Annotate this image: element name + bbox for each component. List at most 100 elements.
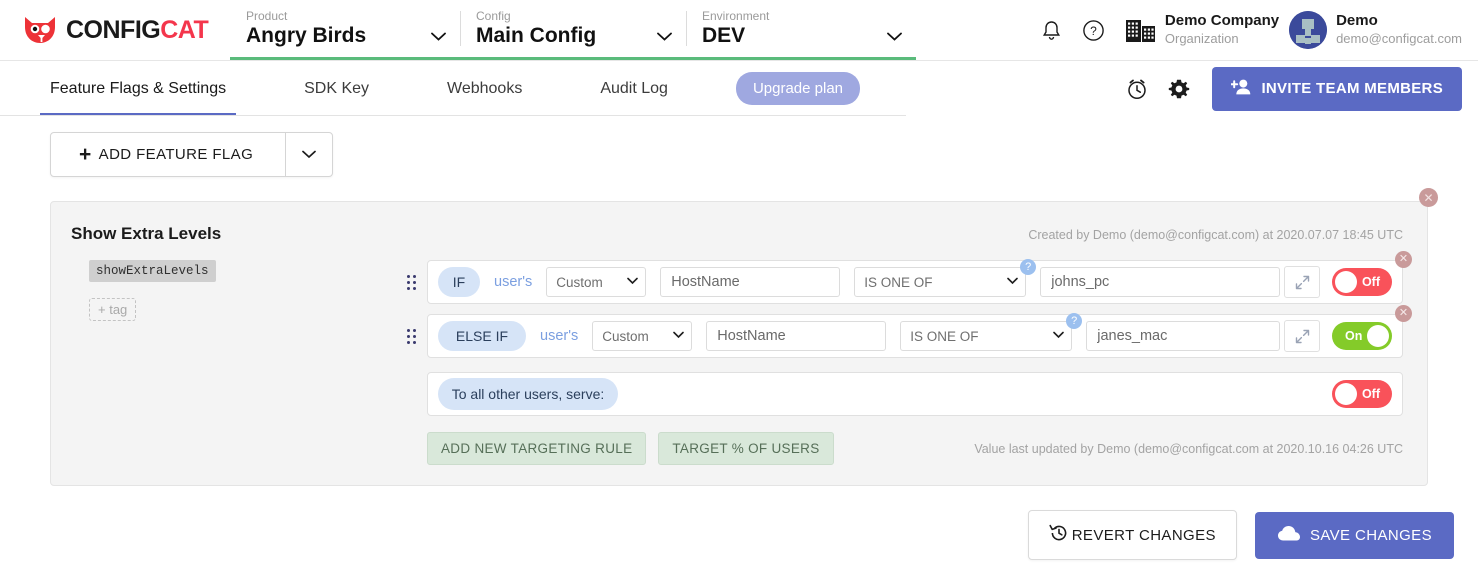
question-circle-icon[interactable]: ? [1073, 9, 1115, 51]
app-logo[interactable]: CONFIGCAT [0, 14, 230, 46]
drag-handle-icon[interactable] [401, 329, 421, 344]
feature-flag-card: ✕ Show Extra Levels Created by Demo (dem… [50, 201, 1428, 486]
fallback-row: To all other users, serve: Off [401, 372, 1403, 416]
header-right-actions: ? Demo C [1031, 9, 1478, 51]
toggle-knob [1367, 325, 1389, 347]
condition-label-else-if: ELSE IF [438, 321, 526, 351]
invite-team-members-label: INVITE TEAM MEMBERS [1261, 80, 1443, 97]
chevron-down-icon [431, 32, 446, 41]
condition-label-if: IF [438, 267, 480, 297]
delete-rule-1-icon[interactable]: ✕ [1395, 251, 1412, 268]
environment-selector-label: Environment [702, 9, 902, 23]
comparator-select-wrap: IS ONE OF ? [900, 321, 1072, 351]
cloud-icon [1277, 525, 1301, 546]
add-feature-flag-button[interactable]: + ADD FEATURE FLAG [51, 133, 285, 176]
config-selector-value: Main Config [476, 24, 596, 48]
comparison-value-input[interactable] [1086, 321, 1280, 351]
help-badge-icon[interactable]: ? [1020, 259, 1036, 275]
tab-audit-log[interactable]: Audit Log [590, 61, 678, 116]
invite-team-members-button[interactable]: INVITE TEAM MEMBERS [1212, 67, 1462, 111]
svg-text:?: ? [1091, 24, 1098, 38]
config-selector[interactable]: Config Main Config [460, 0, 686, 57]
organization-subtitle: Organization [1165, 31, 1239, 46]
rule-value-toggle-1[interactable]: Off [1332, 268, 1392, 296]
rule-actions: ADD NEW TARGETING RULE TARGET % OF USERS… [401, 432, 1403, 465]
nav-tabs: Feature Flags & Settings SDK Key Webhook… [0, 61, 900, 116]
revert-changes-button[interactable]: REVERT CHANGES [1028, 510, 1237, 560]
context-selectors: Product Angry Birds Config Main Config E… [230, 0, 916, 60]
logo-text-dark: CONFIG [66, 16, 160, 44]
comparator-select[interactable]: IS ONE OF [854, 267, 1026, 297]
comparator-select-wrap: IS ONE OF ? [854, 267, 1026, 297]
targeting-rule-1: IF user's Custom [427, 260, 1403, 304]
attribute-name-input[interactable] [660, 267, 840, 297]
environment-selector[interactable]: Environment DEV [686, 0, 916, 57]
target-percent-of-users-button[interactable]: TARGET % OF USERS [658, 432, 833, 465]
drag-handle-icon[interactable] [401, 275, 421, 290]
save-changes-label: SAVE CHANGES [1310, 527, 1432, 544]
upgrade-plan-button[interactable]: Upgrade plan [736, 72, 860, 105]
user-text: Demo demo@configcat.com [1336, 12, 1462, 49]
comparison-value-input[interactable] [1040, 267, 1280, 297]
rule-value-toggle-2[interactable]: On [1332, 322, 1392, 350]
attribute-type-select-wrap: Custom [546, 267, 646, 297]
attribute-name-input[interactable] [706, 321, 886, 351]
gear-icon[interactable] [1158, 68, 1200, 110]
app-logo-text: CONFIGCAT [66, 16, 208, 45]
feature-flag-meta: showExtraLevels + tag [71, 260, 401, 321]
targeting-rule-2: ELSE IF user's Custom [427, 314, 1403, 358]
organization-name: Demo Company [1165, 12, 1279, 29]
user-name: Demo [1336, 12, 1378, 29]
chevron-down-icon [887, 32, 902, 41]
attribute-type-select[interactable]: Custom [546, 267, 646, 297]
updated-info: Value last updated by Demo (demo@configc… [974, 442, 1403, 456]
main-navigation: Feature Flags & Settings SDK Key Webhook… [0, 61, 1478, 116]
configcat-cat-logo-icon [22, 14, 58, 46]
delete-rule-2-icon[interactable]: ✕ [1395, 305, 1412, 322]
attribute-type-select[interactable]: Custom [592, 321, 692, 351]
chevron-down-icon [657, 32, 672, 41]
comparator-select[interactable]: IS ONE OF [900, 321, 1072, 351]
attribute-type-select-wrap: Custom [592, 321, 692, 351]
fallback-value-toggle[interactable]: Off [1332, 380, 1392, 408]
logo-text-red: CAT [160, 16, 208, 44]
feature-flag-card-header: Show Extra Levels Created by Demo (demo@… [71, 224, 1403, 260]
feature-flag-card-body: showExtraLevels + tag IF user's Custom [71, 260, 1403, 465]
building-icon [1125, 13, 1156, 48]
tab-feature-flags-settings[interactable]: Feature Flags & Settings [40, 61, 236, 116]
product-selector-label: Product [246, 9, 446, 23]
tab-webhooks[interactable]: Webhooks [437, 61, 532, 116]
add-feature-flag-split-button: + ADD FEATURE FLAG [50, 132, 333, 177]
add-new-targeting-rule-button[interactable]: ADD NEW TARGETING RULE [427, 432, 646, 465]
users-link[interactable]: user's [494, 274, 532, 290]
created-info: Created by Demo (demo@configcat.com) at … [1028, 224, 1403, 242]
footer-actions: REVERT CHANGES SAVE CHANGES [0, 486, 1478, 560]
close-icon[interactable]: ✕ [1419, 188, 1438, 207]
history-revert-icon [1049, 523, 1069, 547]
tab-sdk-key[interactable]: SDK Key [294, 61, 379, 116]
top-header: CONFIGCAT Product Angry Birds Config Mai… [0, 0, 1478, 61]
add-feature-flag-dropdown[interactable] [285, 133, 332, 176]
save-changes-button[interactable]: SAVE CHANGES [1255, 512, 1454, 559]
fallback-label: To all other users, serve: [438, 378, 618, 410]
add-tag-button[interactable]: + tag [89, 298, 136, 321]
add-feature-flag-label: ADD FEATURE FLAG [99, 146, 253, 163]
feature-flag-card-zone: ✕ Show Extra Levels Created by Demo (dem… [50, 201, 1428, 486]
organization-menu[interactable]: Demo Company Organization [1125, 12, 1279, 49]
toggle-knob [1335, 383, 1357, 405]
user-email: demo@configcat.com [1336, 31, 1462, 46]
expand-icon[interactable] [1284, 320, 1320, 352]
toggle-state-label: Off [1362, 275, 1380, 289]
help-badge-icon[interactable]: ? [1066, 313, 1082, 329]
user-menu[interactable]: Demo demo@configcat.com [1289, 11, 1462, 49]
alarm-clock-icon[interactable] [1116, 68, 1158, 110]
bell-icon[interactable] [1031, 9, 1073, 51]
users-link[interactable]: user's [540, 328, 578, 344]
page-title: Show Extra Levels [71, 224, 221, 244]
targeting-rules: IF user's Custom [401, 260, 1403, 465]
toggle-state-label: On [1345, 329, 1362, 343]
expand-icon[interactable] [1284, 266, 1320, 298]
product-selector[interactable]: Product Angry Birds [230, 0, 460, 57]
table-row: ELSE IF user's Custom [401, 314, 1403, 358]
toggle-state-label: Off [1362, 387, 1380, 401]
